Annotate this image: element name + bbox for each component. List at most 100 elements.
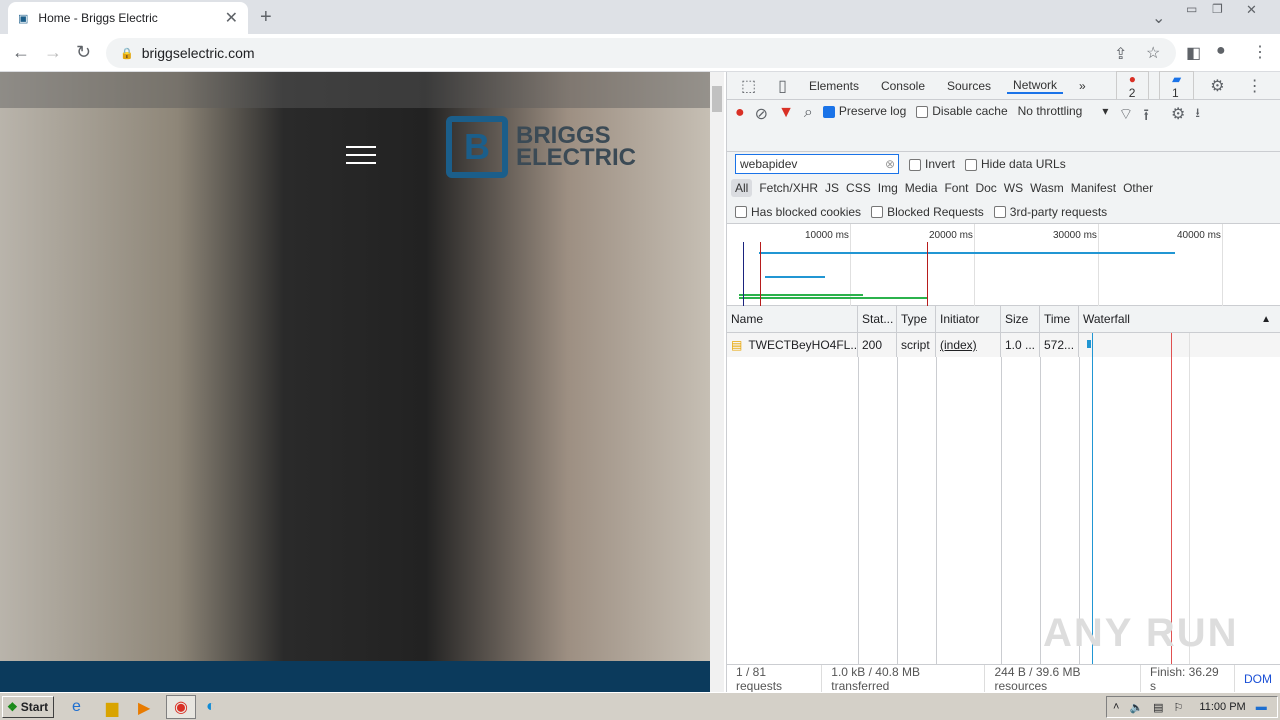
- share-icon[interactable]: ⇪: [1114, 44, 1127, 64]
- disable-cache-checkbox[interactable]: Disable cache: [916, 104, 1008, 118]
- import-har-icon[interactable]: ⭱: [1143, 104, 1149, 131]
- type-filter-media[interactable]: Media: [905, 181, 938, 195]
- filter-row: webapidev ⊗ Invert Hide data URLs: [727, 152, 1280, 176]
- type-filter-doc[interactable]: Doc: [975, 181, 996, 195]
- browser-tab[interactable]: ▣ Home - Briggs Electric ✕: [8, 2, 248, 34]
- clock[interactable]: 11:00 PM: [1199, 701, 1245, 713]
- taskbar: ❖ Start e ▆ ▶ ◉ ◐ ˄ 🔈 ▤ ⚐ 11:00 PM ▬: [0, 692, 1280, 720]
- col-type[interactable]: Type: [897, 306, 936, 332]
- tray-expand-icon[interactable]: ˄: [1113, 701, 1119, 713]
- new-tab-icon[interactable]: +: [260, 6, 272, 29]
- type-filter-fetchxhr[interactable]: Fetch/XHR: [759, 181, 818, 195]
- site-logo[interactable]: B BRIGGS ELECTRIC: [446, 116, 636, 178]
- minimize-icon[interactable]: ▭: [1186, 2, 1197, 16]
- invert-checkbox[interactable]: Invert: [909, 157, 955, 171]
- network-icon[interactable]: ▤: [1153, 701, 1163, 714]
- type-filter-all[interactable]: All: [731, 179, 753, 197]
- menu-icon[interactable]: ⋮: [1252, 42, 1268, 62]
- explorer-icon[interactable]: ▆: [106, 698, 118, 718]
- bookmark-star-icon[interactable]: ☆: [1146, 43, 1160, 63]
- row-type: script: [897, 333, 936, 357]
- filter-input[interactable]: webapidev ⊗: [735, 154, 899, 174]
- back-icon[interactable]: ←: [12, 42, 30, 63]
- requests-count: 1 / 81 requests: [727, 664, 823, 693]
- device-toggle-icon[interactable]: ▯: [772, 76, 793, 96]
- clear-filter-icon[interactable]: ⊗: [885, 157, 895, 171]
- messages-badge[interactable]: ▰ 1: [1158, 70, 1195, 101]
- kebab-menu-icon[interactable]: ⋮: [1241, 76, 1269, 96]
- export-har-icon[interactable]: ⭳: [1195, 104, 1200, 126]
- row-name: TWECTBeyHO4FL...: [748, 338, 858, 352]
- error-badge[interactable]: ● 2: [1115, 70, 1149, 101]
- omnibox[interactable]: 🔒 briggselectric.com: [106, 38, 1176, 68]
- third-party-checkbox[interactable]: 3rd-party requests: [993, 205, 1107, 219]
- tab-console[interactable]: Console: [875, 79, 931, 93]
- record-icon[interactable]: ●: [735, 104, 745, 122]
- logo-mark: B: [446, 116, 508, 178]
- col-status[interactable]: Stat...: [858, 306, 897, 332]
- network-conditions-icon[interactable]: ⌔: [1118, 104, 1133, 124]
- ie-icon[interactable]: e: [72, 698, 81, 716]
- type-filter-js[interactable]: JS: [825, 181, 839, 195]
- row-initiator-link[interactable]: (index): [936, 333, 1001, 357]
- network-overview[interactable]: 10000 ms 20000 ms 30000 ms 40000 ms: [727, 224, 1280, 306]
- close-tab-icon[interactable]: ✕: [225, 8, 238, 28]
- reload-icon[interactable]: ↻: [76, 42, 91, 63]
- close-window-icon[interactable]: ✕: [1246, 2, 1257, 18]
- favicon-icon: ▣: [18, 12, 29, 25]
- page-scrollbar[interactable]: [710, 72, 724, 692]
- col-time[interactable]: Time: [1040, 306, 1079, 332]
- tab-network[interactable]: Network: [1007, 78, 1064, 94]
- tab-sources[interactable]: Sources: [941, 79, 997, 93]
- type-filter-ws[interactable]: WS: [1004, 181, 1023, 195]
- search-icon[interactable]: ⌕: [804, 104, 813, 122]
- table-row[interactable]: ▤ TWECTBeyHO4FL... 200 script (index) 1.0…: [727, 333, 1280, 357]
- start-button[interactable]: ❖ Start: [2, 696, 54, 718]
- site-header: [0, 72, 710, 108]
- type-filter-other[interactable]: Other: [1123, 181, 1153, 195]
- hide-data-urls-checkbox[interactable]: Hide data URLs: [965, 157, 1066, 171]
- logo-line2: ELECTRIC: [516, 144, 636, 171]
- network-settings-icon[interactable]: ⚙: [1171, 104, 1185, 124]
- col-waterfall[interactable]: Waterfall ▲: [1079, 306, 1280, 332]
- tab-elements[interactable]: Elements: [803, 79, 865, 93]
- chrome-taskbar-icon[interactable]: ◉: [166, 695, 196, 719]
- preserve-log-checkbox[interactable]: Preserve log: [822, 104, 906, 118]
- show-desktop-icon[interactable]: ▬: [1256, 701, 1267, 713]
- blocked-cookies-checkbox[interactable]: Has blocked cookies: [735, 205, 861, 219]
- inspect-icon[interactable]: ⬚: [735, 76, 762, 96]
- load-line: [927, 242, 928, 306]
- type-filter-font[interactable]: Font: [944, 181, 968, 195]
- type-filter-img[interactable]: Img: [878, 181, 898, 195]
- throttling-select[interactable]: No throttling ▾: [1018, 104, 1109, 118]
- edge-icon[interactable]: ◐: [206, 698, 216, 716]
- forward-icon[interactable]: →: [44, 42, 62, 63]
- side-panel-icon[interactable]: ◧: [1186, 43, 1201, 63]
- type-filter-css[interactable]: CSS: [846, 181, 871, 195]
- tick-label: 30000 ms: [1053, 230, 1097, 241]
- action-center-flag-icon[interactable]: ⚐: [1174, 701, 1184, 714]
- dom-content-loaded-line: [743, 242, 744, 306]
- more-tabs-icon[interactable]: »: [1073, 79, 1092, 93]
- script-file-icon: ▤: [731, 338, 743, 352]
- restore-icon[interactable]: ❐: [1212, 2, 1223, 16]
- windows-logo-icon: ❖: [7, 700, 18, 714]
- dom-content-loaded: DOM: [1244, 671, 1272, 686]
- volume-icon[interactable]: 🔈: [1129, 701, 1143, 714]
- media-player-icon[interactable]: ▶: [138, 698, 150, 718]
- clear-icon[interactable]: ⊘: [755, 104, 768, 124]
- waterfall-bar: [1087, 340, 1091, 348]
- col-initiator[interactable]: Initiator: [936, 306, 1001, 332]
- type-filter-manifest[interactable]: Manifest: [1071, 181, 1116, 195]
- blocked-requests-checkbox[interactable]: Blocked Requests: [871, 205, 984, 219]
- col-name[interactable]: Name: [727, 306, 858, 332]
- network-toolbar: ● ⊘ ▼ ⌕ Preserve log Disable cache No th…: [727, 100, 1280, 152]
- filter-icon[interactable]: ▼: [778, 104, 794, 122]
- type-filter-wasm[interactable]: Wasm: [1030, 181, 1064, 195]
- settings-icon[interactable]: ⚙: [1204, 76, 1230, 96]
- profile-avatar-icon[interactable]: ●: [1216, 42, 1226, 60]
- requests-table-header: Name Stat... Type Initiator Size Time Wa…: [727, 306, 1280, 333]
- hamburger-menu-icon[interactable]: [346, 140, 376, 170]
- tab-search-icon[interactable]: ⌄: [1152, 8, 1165, 28]
- col-size[interactable]: Size: [1001, 306, 1040, 332]
